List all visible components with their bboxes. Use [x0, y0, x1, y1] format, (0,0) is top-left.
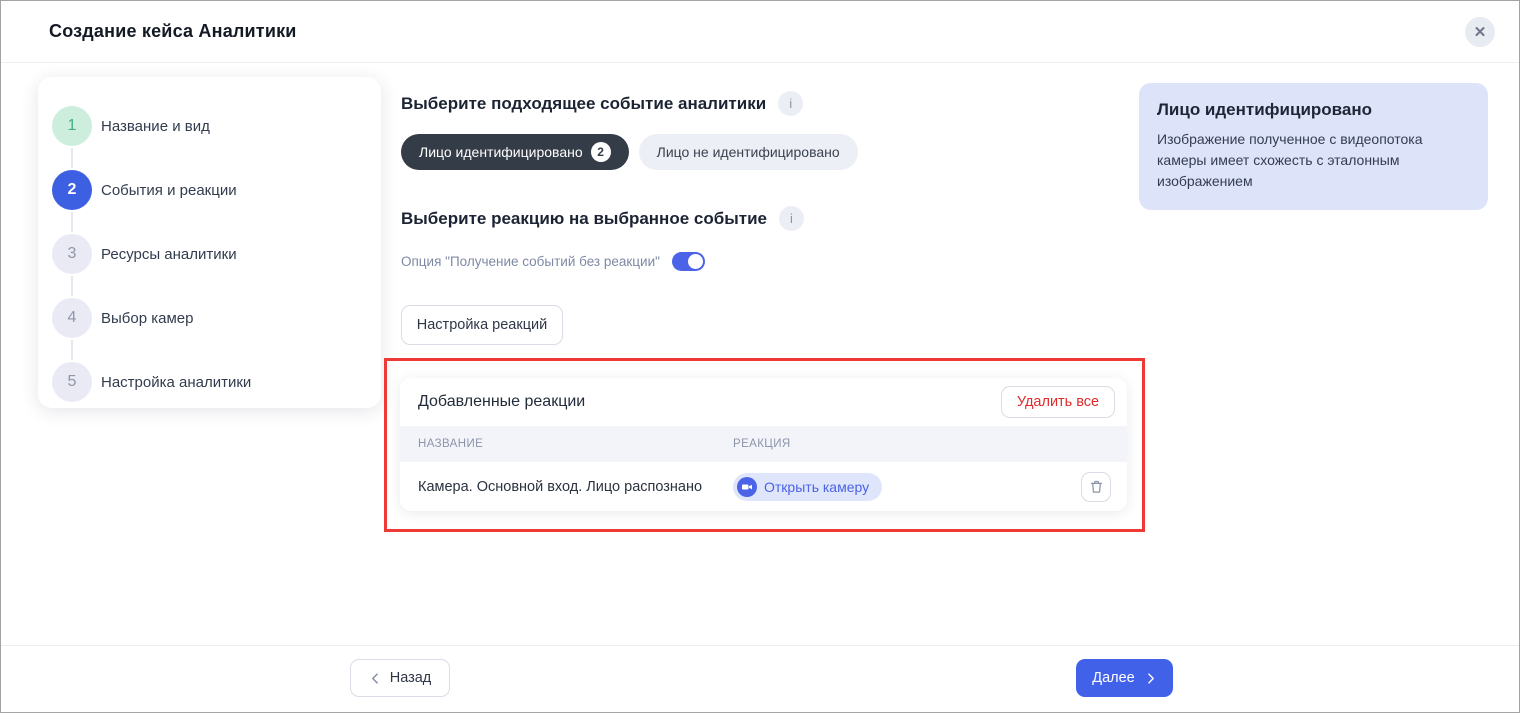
- info-icon-glyph: i: [789, 96, 792, 111]
- event-description-title: Лицо идентифицировано: [1157, 100, 1466, 120]
- column-header-name: НАЗВАНИЕ: [400, 438, 733, 450]
- next-button[interactable]: Далее: [1076, 659, 1173, 697]
- reaction-row-name: Камера. Основной вход. Лицо распознано: [400, 479, 733, 495]
- chip-face-identified[interactable]: Лицо идентифицировано 2: [401, 134, 629, 170]
- step-number: 3: [52, 234, 92, 274]
- trash-icon: [1089, 479, 1104, 494]
- chip-label: Лицо идентифицировано: [419, 144, 583, 160]
- event-description-text: Изображение полученное с видеопотока кам…: [1157, 129, 1466, 192]
- close-button[interactable]: ✕: [1465, 17, 1495, 47]
- step-number: 4: [52, 298, 92, 338]
- stepper-step-name-and-type[interactable]: 1 Название и вид: [38, 94, 381, 158]
- stepper-step-events-and-reactions[interactable]: 2 События и реакции: [38, 158, 381, 222]
- added-reactions-header: Добавленные реакции Удалить все: [400, 378, 1127, 426]
- chip-label: Лицо не идентифицировано: [657, 144, 840, 160]
- setup-reactions-button[interactable]: Настройка реакций: [401, 305, 563, 345]
- wizard-stepper: 1 Название и вид 2 События и реакции 3 Р…: [38, 77, 381, 408]
- reaction-section-header: Выберите реакцию на выбранное событие i: [401, 206, 804, 231]
- no-reaction-option-row: Опция "Получение событий без реакции": [401, 252, 705, 271]
- chip-face-not-identified[interactable]: Лицо не идентифицировано: [639, 134, 858, 170]
- reaction-section-title: Выберите реакцию на выбранное событие: [401, 209, 767, 229]
- delete-all-button[interactable]: Удалить все: [1001, 386, 1115, 418]
- chip-count-badge: 2: [591, 142, 611, 162]
- reaction-badge-label: Открыть камеру: [764, 479, 869, 495]
- info-icon[interactable]: i: [779, 206, 804, 231]
- reactions-table-header: НАЗВАНИЕ РЕАКЦИЯ: [400, 426, 1127, 462]
- camera-icon: [737, 477, 757, 497]
- info-icon[interactable]: i: [778, 91, 803, 116]
- step-number: 2: [52, 170, 92, 210]
- step-label: Настройка аналитики: [101, 374, 251, 391]
- dialog-footer: Назад Далее: [1, 645, 1519, 712]
- no-reaction-toggle[interactable]: [672, 252, 705, 271]
- create-analytics-case-dialog: Создание кейса Аналитики ✕ 1 Название и …: [0, 0, 1520, 713]
- step-label: Ресурсы аналитики: [101, 246, 237, 263]
- added-reactions-title: Добавленные реакции: [418, 393, 585, 411]
- event-description-panel: Лицо идентифицировано Изображение получе…: [1139, 83, 1488, 210]
- info-icon-glyph: i: [790, 211, 793, 226]
- close-icon: ✕: [1474, 25, 1487, 40]
- step-label: События и реакции: [101, 182, 237, 199]
- added-reactions-card: Добавленные реакции Удалить все НАЗВАНИЕ…: [400, 378, 1127, 511]
- toggle-label: Опция "Получение событий без реакции": [401, 254, 660, 269]
- toggle-knob: [688, 254, 703, 269]
- stepper-step-analytics-resources[interactable]: 3 Ресурсы аналитики: [38, 222, 381, 286]
- dialog-header: Создание кейса Аналитики ✕: [1, 1, 1519, 63]
- column-header-reaction: РЕАКЦИЯ: [733, 438, 791, 450]
- chevron-right-icon: [1144, 672, 1157, 685]
- chevron-left-icon: [369, 672, 382, 685]
- annotation-highlight-rectangle: Добавленные реакции Удалить все НАЗВАНИЕ…: [384, 358, 1145, 532]
- back-button-label: Назад: [390, 670, 432, 686]
- event-chips: Лицо идентифицировано 2 Лицо не идентифи…: [401, 134, 858, 170]
- back-button[interactable]: Назад: [350, 659, 450, 697]
- event-section-header: Выберите подходящее событие аналитики i: [401, 91, 803, 116]
- setup-reactions-label: Настройка реакций: [417, 317, 547, 333]
- next-button-label: Далее: [1092, 670, 1134, 686]
- stepper-step-camera-selection[interactable]: 4 Выбор камер: [38, 286, 381, 350]
- step-number: 5: [52, 362, 92, 402]
- event-section-title: Выберите подходящее событие аналитики: [401, 94, 766, 114]
- step-label: Название и вид: [101, 118, 210, 135]
- delete-row-button[interactable]: [1081, 472, 1111, 502]
- table-row: Камера. Основной вход. Лицо распознано О…: [400, 462, 1127, 511]
- dialog-title: Создание кейса Аналитики: [49, 21, 297, 42]
- open-camera-reaction-badge[interactable]: Открыть камеру: [733, 473, 882, 501]
- step-label: Выбор камер: [101, 310, 193, 327]
- stepper-step-analytics-settings[interactable]: 5 Настройка аналитики: [38, 350, 381, 414]
- delete-all-label: Удалить все: [1017, 394, 1099, 410]
- step-number: 1: [52, 106, 92, 146]
